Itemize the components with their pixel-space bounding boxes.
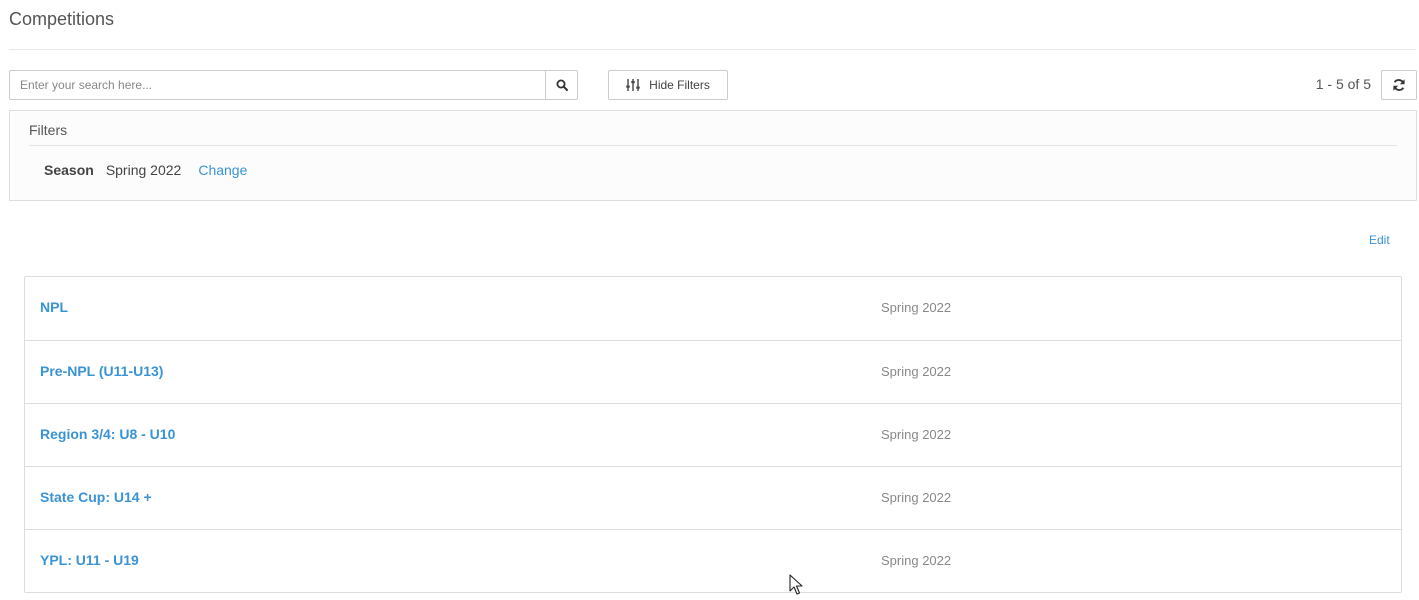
refresh-button[interactable] <box>1381 70 1417 100</box>
pager-text: 1 - 5 of 5 <box>1315 76 1371 92</box>
competition-name-link[interactable]: State Cup: U14 + <box>40 489 152 505</box>
list-item[interactable]: NPL Spring 2022 <box>25 277 1401 340</box>
search-button[interactable] <box>545 70 578 100</box>
filter-season: Season Spring 2022 Change <box>44 162 247 178</box>
hide-filters-label: Hide Filters <box>649 78 710 92</box>
competition-season: Spring 2022 <box>881 427 952 442</box>
competition-season: Spring 2022 <box>881 490 952 505</box>
competition-season: Spring 2022 <box>881 300 952 315</box>
refresh-icon <box>1393 79 1405 91</box>
competition-list: NPL Spring 2022 Pre-NPL (U11-U13) Spring… <box>24 276 1402 593</box>
filter-key: Season <box>44 162 94 178</box>
edit-link[interactable]: Edit <box>1369 233 1390 247</box>
competition-season: Spring 2022 <box>881 553 952 568</box>
search-input[interactable] <box>9 70 546 100</box>
sliders-icon <box>626 79 640 91</box>
title-divider <box>9 49 1416 50</box>
list-item[interactable]: YPL: U11 - U19 Spring 2022 <box>25 529 1401 592</box>
competition-season: Spring 2022 <box>881 364 952 379</box>
filter-value: Spring 2022 <box>105 162 182 178</box>
mouse-cursor-icon <box>789 574 803 595</box>
filters-divider <box>29 145 1397 146</box>
list-item[interactable]: Pre-NPL (U11-U13) Spring 2022 <box>25 340 1401 403</box>
page-title: Competitions <box>9 9 115 29</box>
filters-panel: Filters Season Spring 2022 Change <box>9 110 1417 201</box>
competition-name-link[interactable]: Pre-NPL (U11-U13) <box>40 363 163 379</box>
search-icon <box>556 79 568 91</box>
change-season-link[interactable]: Change <box>198 162 247 178</box>
hide-filters-button[interactable]: Hide Filters <box>608 70 728 100</box>
list-item[interactable]: Region 3/4: U8 - U10 Spring 2022 <box>25 403 1401 466</box>
competition-name-link[interactable]: NPL <box>40 299 68 315</box>
list-item[interactable]: State Cup: U14 + Spring 2022 <box>25 466 1401 529</box>
competition-name-link[interactable]: Region 3/4: U8 - U10 <box>40 426 175 442</box>
competition-name-link[interactable]: YPL: U11 - U19 <box>40 552 139 568</box>
filters-heading: Filters <box>29 122 68 138</box>
